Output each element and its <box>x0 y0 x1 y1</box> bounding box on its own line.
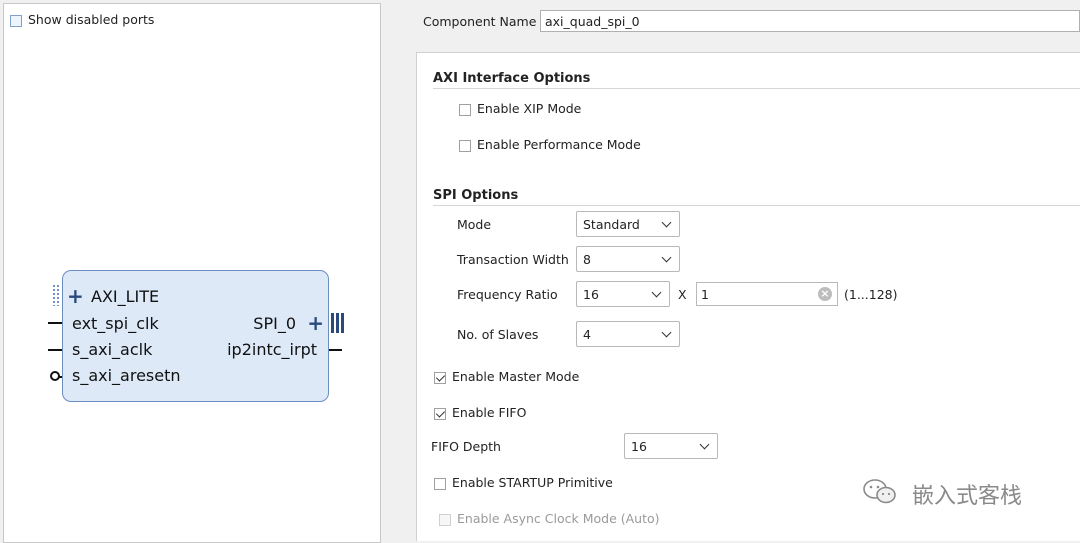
enable-master-mode-checkbox[interactable] <box>434 371 446 384</box>
no-of-slaves-value: 4 <box>583 327 591 342</box>
bus-interface-icon <box>331 313 334 333</box>
mode-label: Mode <box>457 217 492 232</box>
show-disabled-ports-checkbox[interactable] <box>10 14 22 27</box>
axi-interface-options-title: AXI Interface Options <box>433 71 591 86</box>
chevron-down-icon <box>651 287 662 298</box>
port-wire <box>48 349 62 351</box>
transaction-width-select[interactable]: 8 <box>576 246 680 272</box>
enable-xip-option[interactable]: Enable XIP Mode <box>459 101 581 116</box>
port-axi-lite[interactable]: AXI_LITE <box>91 287 159 306</box>
spi-options-title: SPI Options <box>433 188 519 203</box>
frequency-multiplier-input[interactable]: 1 <box>696 282 838 306</box>
enable-startup-checkbox[interactable] <box>434 477 446 490</box>
enable-performance-checkbox[interactable] <box>459 139 471 152</box>
port-s-axi-aclk[interactable]: s_axi_aclk <box>72 340 152 359</box>
enable-master-mode-label: Enable Master Mode <box>452 369 580 384</box>
transaction-width-value: 8 <box>583 252 591 267</box>
enable-startup-label: Enable STARTUP Primitive <box>452 475 613 490</box>
port-wire <box>329 349 342 351</box>
mode-select-value: Standard <box>583 217 640 232</box>
enable-xip-checkbox[interactable] <box>459 103 471 116</box>
show-disabled-ports-label: Show disabled ports <box>28 12 155 27</box>
chevron-down-icon <box>661 327 672 338</box>
enable-performance-label: Enable Performance Mode <box>477 137 641 152</box>
fifo-depth-value: 16 <box>631 439 647 454</box>
chevron-down-icon <box>699 439 710 450</box>
enable-xip-label: Enable XIP Mode <box>477 101 582 116</box>
multiplier-x-label: X <box>678 287 687 302</box>
active-low-reset-icon <box>50 371 60 381</box>
frequency-ratio-label: Frequency Ratio <box>457 287 558 302</box>
port-spi-0[interactable]: SPI_0 <box>253 314 296 333</box>
enable-async-clock-option: Enable Async Clock Mode (Auto) <box>439 511 660 526</box>
drag-handle-icon[interactable] <box>52 284 60 306</box>
show-disabled-ports-option[interactable]: Show disabled ports <box>10 12 154 27</box>
port-ip2intc-irpt[interactable]: ip2intc_irpt <box>227 340 317 359</box>
frequency-ratio-value: 16 <box>583 287 599 302</box>
port-ext-spi-clk[interactable]: ext_spi_clk <box>72 314 159 333</box>
fifo-depth-label: FIFO Depth <box>431 439 501 454</box>
enable-fifo-checkbox[interactable] <box>434 407 446 420</box>
frequency-range-hint: (1...128) <box>844 287 898 302</box>
enable-fifo-option[interactable]: Enable FIFO <box>434 405 526 420</box>
transaction-width-label: Transaction Width <box>457 252 569 267</box>
port-wire <box>48 322 62 324</box>
chevron-down-icon <box>661 217 672 228</box>
enable-master-mode-option[interactable]: Enable Master Mode <box>434 369 579 384</box>
enable-performance-option[interactable]: Enable Performance Mode <box>459 137 641 152</box>
component-name-label: Component Name <box>423 14 537 29</box>
component-name-input[interactable]: axi_quad_spi_0 <box>540 10 1080 32</box>
section-divider <box>433 205 1080 206</box>
no-of-slaves-select[interactable]: 4 <box>576 321 680 347</box>
frequency-multiplier-value: 1 <box>701 287 709 302</box>
bus-interface-icon <box>336 313 339 333</box>
enable-async-clock-label: Enable Async Clock Mode (Auto) <box>457 511 660 526</box>
fifo-depth-select[interactable]: 16 <box>624 433 718 459</box>
chevron-down-icon <box>661 252 672 263</box>
enable-async-clock-checkbox <box>439 513 451 526</box>
watermark-text: 嵌入式客栈 <box>912 484 1023 509</box>
wechat-icon <box>863 479 896 504</box>
port-s-axi-aresetn[interactable]: s_axi_aresetn <box>72 366 181 385</box>
enable-fifo-label: Enable FIFO <box>452 405 527 420</box>
clear-icon[interactable]: × <box>818 287 832 301</box>
enable-startup-option[interactable]: Enable STARTUP Primitive <box>434 475 613 490</box>
options-panel: AXI Interface Options Enable XIP Mode En… <box>416 52 1080 541</box>
no-of-slaves-label: No. of Slaves <box>457 327 539 342</box>
expand-plus-icon[interactable]: + <box>67 286 84 306</box>
mode-select[interactable]: Standard <box>576 211 680 237</box>
expand-plus-icon[interactable]: + <box>307 313 324 333</box>
bus-interface-icon <box>341 313 344 333</box>
section-divider <box>433 88 1080 89</box>
frequency-ratio-select[interactable]: 16 <box>576 281 670 307</box>
ip-block[interactable]: + AXI_LITE ext_spi_clk s_axi_aclk s_axi_… <box>62 270 329 402</box>
